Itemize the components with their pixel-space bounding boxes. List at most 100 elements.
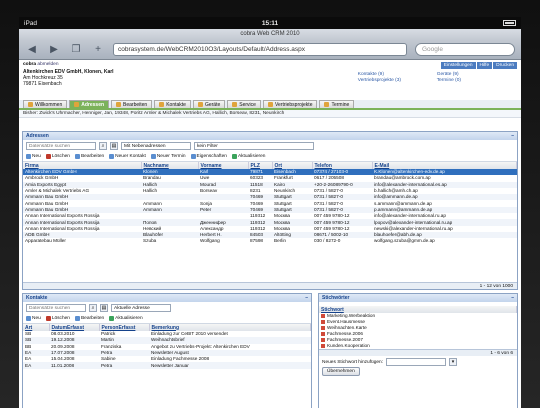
column-header[interactable]: Bemerkung [149, 324, 311, 331]
addresses-panel: Adressen– ⌕ ▤ Mit Nebenadressen kein Fil… [22, 131, 518, 290]
new-icon [26, 316, 31, 321]
contacts-panel: Kontakte– ⌕ ▤ Aktuelle Adresse Neu Lösch… [22, 293, 312, 408]
edit-button[interactable]: Bearbeiten [74, 316, 104, 321]
apply-button[interactable]: Übernehmen [322, 367, 360, 376]
print-link[interactable]: Drucken [493, 62, 517, 69]
calendar-icon [324, 102, 330, 107]
addresses-filter-row: ⌕ ▤ Mit Nebenadressen kein Filter [23, 140, 517, 152]
addresses-search-input[interactable] [26, 142, 96, 150]
column-header[interactable]: PersonErfasst [99, 324, 150, 331]
contacts-filter-row: ⌕ ▤ Aktuelle Adresse [23, 302, 311, 314]
refresh-button[interactable]: Aktualisieren [109, 316, 143, 321]
new-contact-button[interactable]: Neuer Kontakt [109, 154, 146, 159]
properties-button[interactable]: Eigenschaften [190, 154, 227, 159]
history-bar: Bisher: Zwick's Uhrmacher, Henniger, Jan… [19, 110, 521, 118]
pages-icon[interactable]: ❐ [69, 44, 83, 55]
back-icon[interactable]: ◀ [25, 44, 39, 55]
column-header[interactable]: Vorname [198, 162, 249, 169]
browser-toolbar: ◀ ▶ ❐ + cobrasystem.de/WebCRM2010O3/Layo… [19, 40, 521, 60]
tab-kontakte[interactable]: Kontakte [154, 100, 191, 108]
table-cell: Petra [99, 362, 149, 369]
contacts-table: Art DatumErfasst PersonErfasst Bemerkung SB… [23, 324, 311, 369]
url-field[interactable]: cobrasystem.de/WebCRM2010O3/Layouts/Defa… [113, 43, 407, 56]
help-link[interactable]: Hilfe [476, 62, 493, 69]
tab-geraete[interactable]: Geräte [192, 100, 226, 108]
addresses-panel-title: Adressen – [23, 132, 517, 140]
new-button[interactable]: Neu [26, 154, 41, 159]
column-header[interactable]: Telefon [312, 162, 373, 169]
filter-icon[interactable]: ▤ [100, 304, 108, 312]
appointments-count-link[interactable]: Termine (0) [437, 78, 461, 84]
tab-willkommen[interactable]: Willkommen [23, 100, 68, 108]
add-bookmark-icon[interactable]: + [91, 44, 105, 55]
ipad-bezel: iPad 15:11 cobra Web CRM 2010 ◀ ▶ ❐ + co… [0, 0, 540, 408]
table-cell: Berlin [274, 238, 286, 244]
status-bar: iPad 15:11 [19, 17, 521, 29]
delete-button[interactable]: Löschen [45, 154, 70, 159]
address-icon [74, 102, 80, 107]
column-header[interactable]: Art [23, 324, 50, 331]
tab-service[interactable]: Service [227, 100, 261, 108]
dropdown-icon[interactable]: ▾ [449, 358, 458, 366]
new-button[interactable]: Neu [26, 316, 41, 321]
column-header[interactable]: Ort [272, 162, 313, 169]
home-icon [28, 102, 33, 107]
search-icon[interactable]: ⌕ [89, 304, 97, 312]
keyword-icon [321, 337, 325, 342]
keyword-icon [321, 343, 325, 348]
minimize-icon[interactable]: – [511, 132, 514, 140]
settings-link[interactable]: Einstellungen [440, 62, 476, 69]
contacts-search-input[interactable] [26, 304, 86, 312]
projects-count-link[interactable]: Vertriebsprojekte (3) [358, 78, 401, 84]
keyword-icon [321, 325, 325, 330]
related-counts-right: Geräte (9) Termine (0) [437, 72, 461, 84]
column-header[interactable]: E-Mail [372, 162, 517, 169]
forward-icon[interactable]: ▶ [47, 44, 61, 55]
column-header[interactable]: Nachname [141, 162, 199, 169]
column-header[interactable]: Firma [23, 162, 142, 169]
edit-icon [74, 316, 80, 321]
contacts-panel-title: Kontakte – [23, 294, 311, 302]
device-icon [197, 102, 203, 107]
minimize-icon[interactable]: – [511, 294, 514, 302]
column-header[interactable]: DatumErfasst [49, 324, 100, 331]
keyword-column-header[interactable]: Stichwort [319, 306, 517, 313]
keyword-icon [321, 331, 325, 336]
add-keyword-label: Neues Stichwort hinzufügen: [322, 359, 384, 365]
addresses-table: Firma Nachname Vorname PLZ Ort Telefon E-Mail … [23, 162, 517, 245]
search-field[interactable]: Google [415, 43, 515, 56]
service-icon [232, 102, 238, 107]
refresh-button[interactable]: Aktualisieren [231, 154, 265, 159]
keyword-label: Fachmesse.2006 [327, 331, 363, 336]
new-appointment-button[interactable]: Neuer Termin [150, 154, 186, 159]
status-clock: 15:11 [261, 19, 279, 27]
search-icon[interactable]: ⌕ [99, 142, 107, 150]
logout-link[interactable]: abmelden [37, 62, 58, 67]
tab-adressen[interactable]: Adressen [69, 100, 110, 108]
new-icon [26, 154, 31, 159]
edit-button[interactable]: Bearbeiten [74, 154, 104, 159]
filter-icon[interactable]: ▤ [110, 142, 118, 150]
delete-button[interactable]: Löschen [45, 316, 70, 321]
address-mode-select[interactable]: Mit Nebenadressen [121, 142, 191, 150]
keyword-icon [321, 313, 325, 318]
browser-title: cobra Web CRM 2010 [19, 29, 521, 40]
add-keyword-input[interactable] [386, 358, 447, 366]
delete-icon [45, 316, 51, 321]
contacts-filter-select[interactable]: Aktuelle Adresse [111, 304, 171, 312]
column-header[interactable]: PLZ [248, 162, 273, 169]
minimize-icon[interactable]: – [305, 294, 308, 302]
tab-bearbeiten[interactable]: Bearbeiten [111, 100, 153, 108]
tab-termine[interactable]: Termine [319, 100, 355, 108]
tab-vertriebsprojekte[interactable]: Vertriebsprojekte [262, 100, 318, 108]
keyword-label: Fachmesse.2007 [327, 337, 363, 342]
table-row[interactable]: EA 11.01.2008 Petra Newsletter Januar [23, 362, 311, 369]
user-name: cobra [23, 62, 37, 67]
main-tabs: Willkommen Adressen Bearbeiten Kontakte … [19, 100, 521, 110]
address-filter-select[interactable]: kein Filter [194, 142, 314, 150]
contacts-toolbar: Neu Löschen Bearbeiten Aktualisieren [23, 314, 311, 324]
keyword-icon [321, 319, 325, 324]
table-cell: Apparatebau Müller [25, 238, 66, 244]
table-row[interactable]: Apparatebau Müller Szuba Wolfgang 87598 Berl… [23, 238, 517, 244]
screen: iPad 15:11 cobra Web CRM 2010 ◀ ▶ ❐ + co… [19, 17, 521, 408]
